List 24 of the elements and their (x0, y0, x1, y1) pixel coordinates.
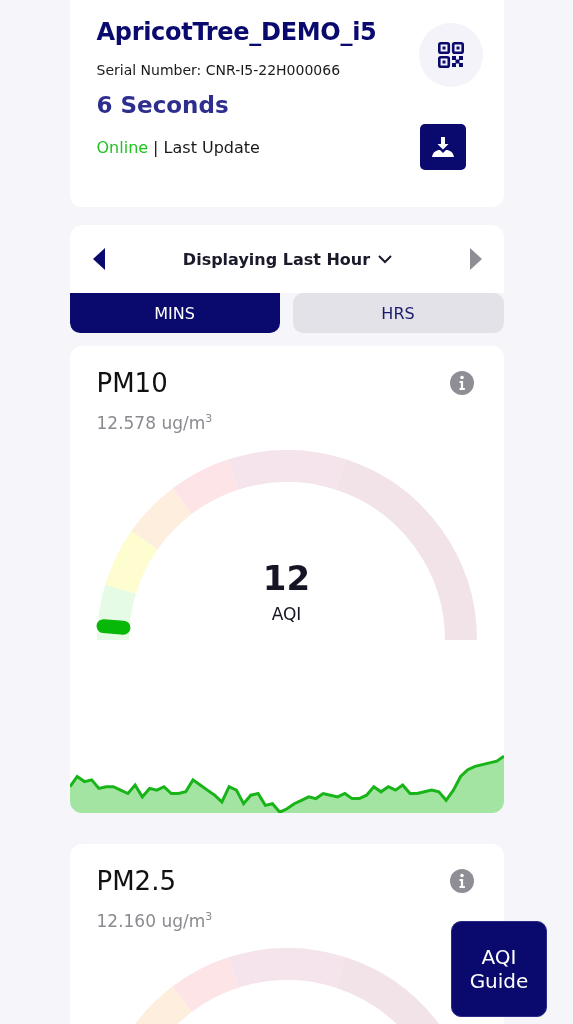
tab[interactable]: MINS (69, 293, 280, 333)
status-text: Online (96, 138, 149, 157)
last-update-label: | Last Update (153, 138, 260, 157)
info-icon[interactable] (449, 371, 474, 395)
tab[interactable]: HRS (292, 293, 504, 333)
serial-number: Serial Number: CNR-I5-22H000066 (96, 62, 342, 78)
download-button[interactable] (419, 124, 466, 170)
sensor-reading: 12.160 ug/m$^{3}$ (96, 910, 214, 931)
aqi-value: 12 (262, 557, 311, 598)
device-name: ApricotTree_DEMO_i5 (96, 18, 377, 46)
info-icon[interactable] (449, 869, 474, 893)
qr-code-icon (437, 42, 464, 68)
sensor-name: PM2.5 (96, 866, 176, 896)
gauge-indicator (96, 618, 130, 635)
sensor-name: PM10 (96, 368, 168, 398)
previous-arrow-icon[interactable] (91, 248, 106, 270)
aqi-guide-button[interactable]: AQI Guide (451, 921, 547, 1017)
next-arrow-icon[interactable] (469, 248, 484, 270)
aqi-label: AQI (271, 603, 302, 624)
chevron-down-icon (378, 254, 393, 264)
download-icon (430, 136, 455, 158)
last-update-time: 6 Seconds (96, 92, 230, 118)
range-dropdown[interactable]: Displaying Last Hour (182, 249, 393, 269)
sensor-reading: 12.578 ug/m$^{3}$ (96, 412, 214, 433)
